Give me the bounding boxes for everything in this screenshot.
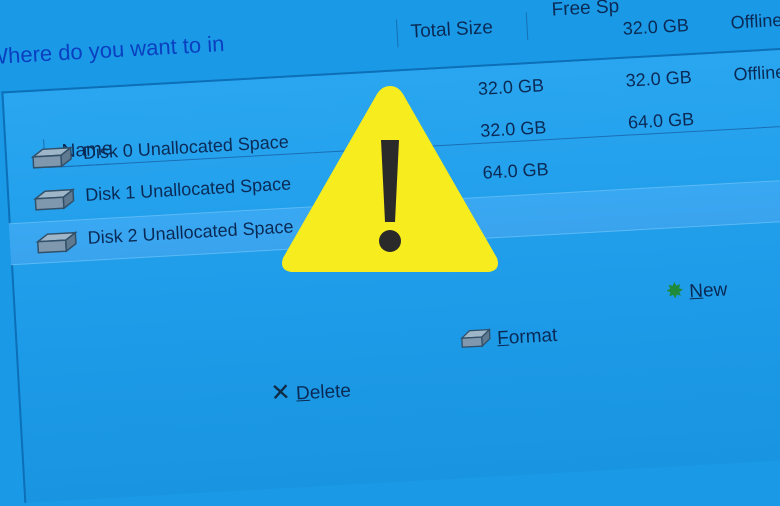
free-space-cell: 64.0 GB bbox=[627, 108, 695, 133]
free-space-cell: 32.0 GB bbox=[622, 15, 690, 39]
status-cell: Offline bbox=[730, 9, 780, 33]
disk-name: Disk 2 Unallocated Space bbox=[87, 216, 295, 248]
disk-icon bbox=[33, 188, 76, 211]
delete-icon: ✕ bbox=[269, 378, 292, 407]
delete-button[interactable]: ✕ Delete bbox=[270, 375, 352, 408]
warning-icon bbox=[282, 86, 498, 272]
format-icon bbox=[460, 328, 492, 348]
new-icon: ✸ bbox=[664, 277, 685, 304]
new-button[interactable]: ✸ New bbox=[665, 275, 728, 304]
disk-name: Disk 1 Unallocated Space bbox=[84, 173, 292, 205]
status-cell: Offline bbox=[732, 61, 780, 85]
disk-icon bbox=[30, 146, 73, 169]
free-space-cell: 32.0 GB bbox=[625, 66, 693, 91]
disk-icon bbox=[35, 231, 78, 254]
disk-name: Disk 0 Unallocated Space bbox=[82, 131, 290, 164]
